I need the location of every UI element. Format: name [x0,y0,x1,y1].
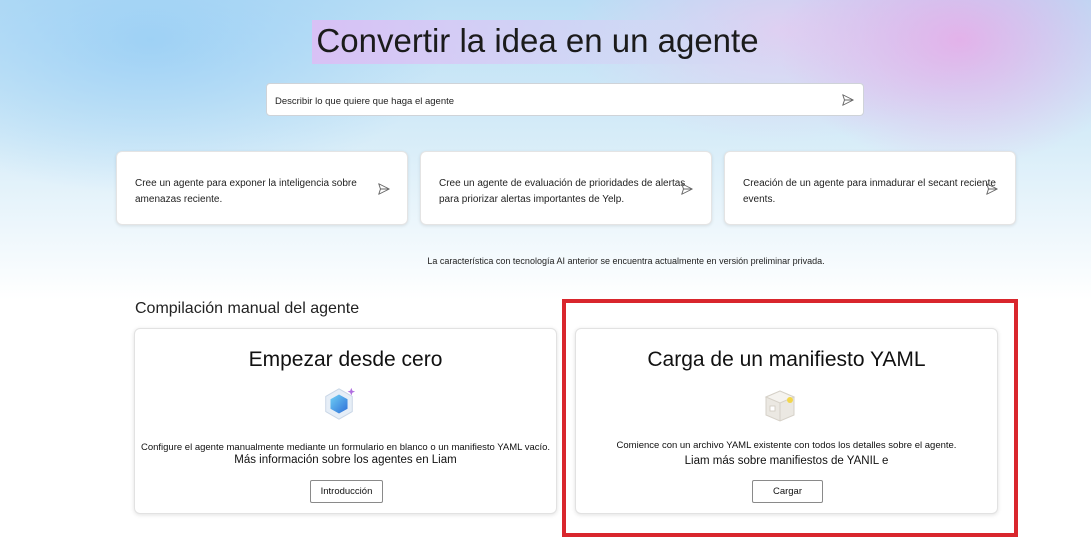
page-title: Convertir la idea en un agente [312,20,779,64]
hero-header: Convertir la idea en un agente [0,20,1091,64]
send-icon[interactable] [377,182,391,196]
agent-prompt-input[interactable] [273,90,827,112]
agent-hexagon-icon [325,387,356,420]
card-description: Configure el agente manualmente mediante… [140,442,551,453]
highlight-frame [562,299,1018,537]
send-icon[interactable] [680,182,694,196]
get-started-button[interactable]: Introducción [310,480,383,503]
agent-prompt-box[interactable] [266,83,864,116]
suggestion-card[interactable]: Cree un agente para exponer la inteligen… [116,151,408,225]
suggestion-text: Creación de un agente para inmadurar el … [743,178,996,205]
learn-more-link[interactable]: Más información sobre los agentes en Lia… [135,454,556,466]
suggestion-card[interactable]: Creación de un agente para inmadurar el … [724,151,1016,225]
card-title: Empezar desde cero [248,348,443,371]
manual-section-title: Compilación manual del agente [135,300,360,317]
suggestion-card[interactable]: Cree un agente de evaluación de priorida… [420,151,712,225]
suggestion-text: Cree un agente de evaluación de priorida… [439,178,686,205]
preview-notice: La característica con tecnología AI ante… [427,256,825,266]
send-icon[interactable] [841,93,855,107]
send-icon[interactable] [985,182,999,196]
suggestion-text: Cree un agente para exponer la inteligen… [135,178,357,205]
start-from-scratch-card: Empezar desde cero Configure el agente m… [134,328,557,514]
